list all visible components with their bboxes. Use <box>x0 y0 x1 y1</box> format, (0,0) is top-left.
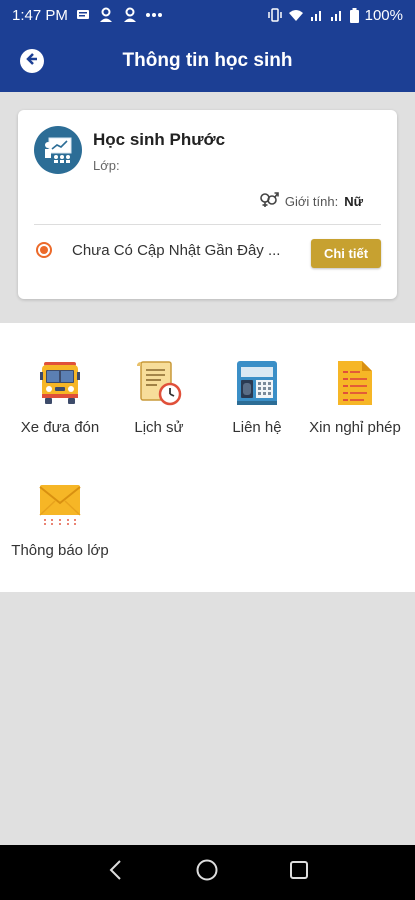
more-notifications-icon <box>145 12 162 18</box>
feature-menu: Xe đưa đón Lịch sử Liên hệ Xin nghỉ phép… <box>0 323 415 592</box>
status-right: 100% <box>267 6 403 24</box>
menu-label: Thông báo lớp <box>11 542 109 559</box>
status-time: 1:47 PM <box>12 6 68 24</box>
leave-request-document-icon <box>330 358 380 408</box>
gender-row: Giới tính: Nữ <box>259 192 363 211</box>
signal-icon-2 <box>330 8 344 22</box>
square-recents-icon <box>289 860 309 885</box>
battery-level: 100% <box>364 6 403 24</box>
nav-home-button[interactable] <box>187 853 227 893</box>
arrow-left-icon <box>24 51 40 72</box>
student-name: Học sinh Phước <box>93 130 226 149</box>
status-left: 1:47 PM <box>12 7 162 24</box>
menu-item-class-notice[interactable]: Thông báo lớp <box>8 481 112 560</box>
nav-recents-button[interactable] <box>279 853 319 893</box>
vibrate-icon <box>267 8 282 22</box>
history-document-icon <box>134 358 184 408</box>
contact-phone-icon <box>232 358 282 408</box>
menu-item-leave-request[interactable]: Xin nghỉ phép <box>303 358 407 437</box>
teacher-board-icon <box>34 126 82 174</box>
menu-label: Xin nghỉ phép <box>309 419 401 436</box>
status-dot-icon <box>36 242 52 258</box>
nav-back-button[interactable] <box>96 853 136 893</box>
gender-label: Giới tính: <box>284 194 339 209</box>
signal-icon <box>310 8 324 22</box>
envelope-icon <box>35 481 85 531</box>
gender-value: Nữ <box>344 194 363 209</box>
page-title: Thông tin học sinh <box>122 50 293 71</box>
notification-app-icon <box>98 7 114 23</box>
wifi-icon <box>288 8 304 22</box>
class-label: Lớp: <box>93 158 120 173</box>
app-bar: Thông tin học sinh <box>0 30 415 92</box>
latest-update-text: Chưa Có Cập Nhật Gần Đây ... <box>72 242 281 259</box>
menu-label: Xe đưa đón <box>20 419 100 436</box>
notification-app-icon-2 <box>122 7 138 23</box>
notification-message-icon <box>76 8 90 22</box>
battery-icon <box>349 7 359 23</box>
menu-item-contact[interactable]: Liên hệ <box>205 358 309 437</box>
menu-item-school-bus[interactable]: Xe đưa đón <box>8 358 112 437</box>
gender-icon <box>259 192 279 211</box>
menu-item-history[interactable]: Lịch sử <box>107 358 211 437</box>
system-nav-bar <box>0 845 415 900</box>
status-bar: 1:47 PM 100% <box>0 0 415 30</box>
circle-home-icon <box>195 858 219 887</box>
chevron-left-icon <box>108 859 124 886</box>
detail-button[interactable]: Chi tiết <box>311 239 381 268</box>
menu-label: Liên hệ <box>232 419 282 436</box>
school-bus-icon <box>35 358 85 408</box>
menu-label: Lịch sử <box>134 419 184 436</box>
divider <box>34 224 381 225</box>
student-info-card: Học sinh Phước Lớp: Giới tính: Nữ Chưa C… <box>18 110 397 299</box>
back-button[interactable] <box>20 49 44 73</box>
